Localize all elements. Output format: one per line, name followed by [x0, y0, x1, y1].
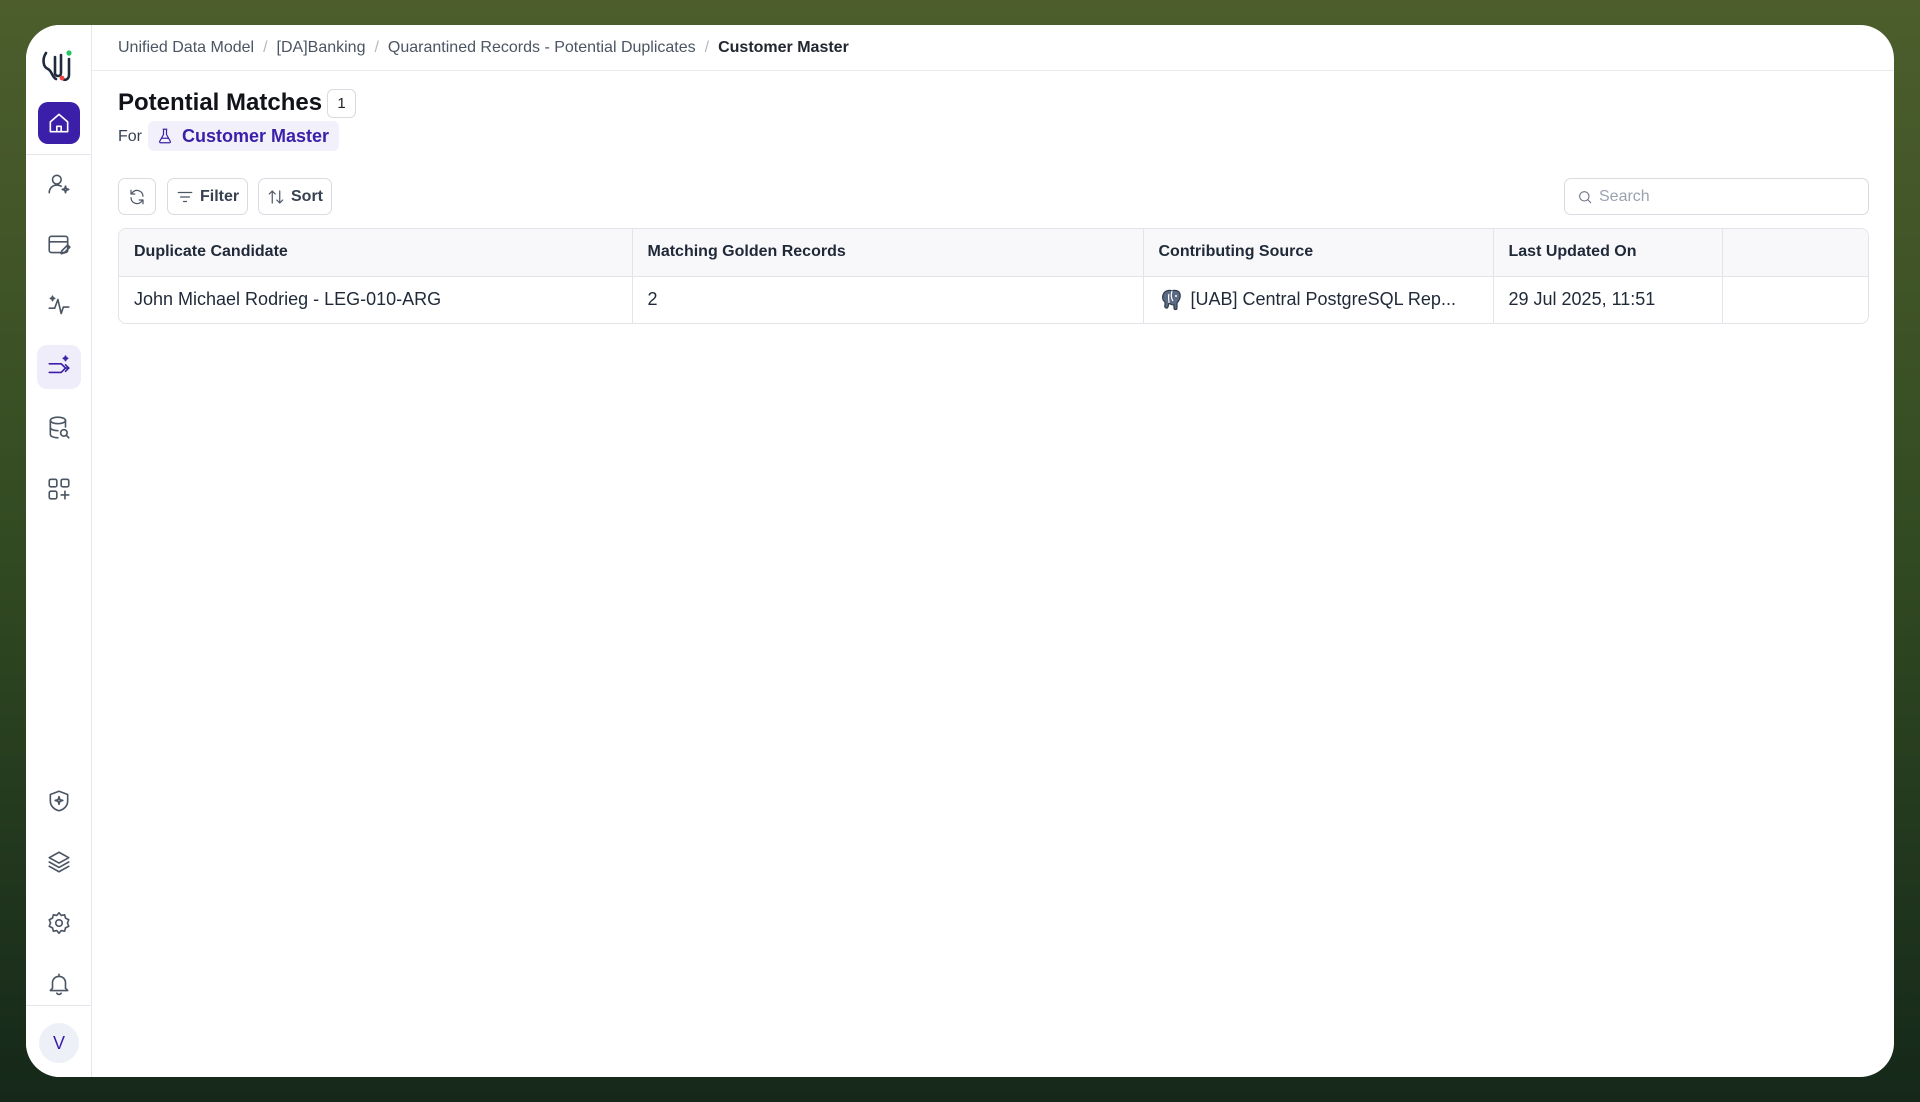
search-input[interactable] — [1599, 187, 1849, 206]
breadcrumb-item[interactable]: Unified Data Model — [118, 39, 254, 57]
merge-sparkle-icon — [48, 355, 70, 374]
count-badge: 1 — [327, 89, 356, 118]
sidebar-item-data-edit[interactable] — [37, 223, 81, 267]
breadcrumb: Unified Data Model / [DA]Banking / Quara… — [92, 25, 1894, 71]
sidebar-divider — [26, 154, 92, 155]
sort-button[interactable]: Sort — [258, 178, 332, 215]
cell-contributing-source: [UAB] Central PostgreSQL Rep... — [1143, 276, 1494, 323]
database-search-icon — [49, 416, 70, 439]
breadcrumb-item[interactable]: Quarantined Records - Potential Duplicat… — [388, 39, 696, 57]
bell-icon — [49, 973, 69, 996]
flask-icon — [159, 128, 171, 144]
sidebar-item-layers[interactable] — [37, 840, 81, 884]
breadcrumb-current: Customer Master — [718, 38, 849, 56]
sidebar-item-users[interactable] — [37, 162, 81, 206]
gear-icon — [48, 911, 70, 935]
filter-icon — [177, 191, 193, 202]
postgresql-icon — [1161, 289, 1181, 310]
cell-duplicate-candidate[interactable]: John Michael Rodrieg - LEG-010-ARG — [119, 276, 633, 323]
matches-table: Duplicate Candidate Matching Golden Reco… — [118, 228, 1869, 324]
table-header-row: Duplicate Candidate Matching Golden Reco… — [119, 229, 1868, 277]
table-row[interactable]: John Michael Rodrieg - LEG-010-ARG 2 [UA… — [119, 276, 1868, 323]
breadcrumb-item[interactable]: [DA]Banking — [277, 39, 366, 57]
column-header-actions — [1722, 229, 1868, 277]
shield-sparkle-icon — [49, 790, 69, 812]
breadcrumb-separator: / — [263, 38, 268, 56]
sidebar-item-settings[interactable] — [37, 901, 81, 945]
sidebar-item-home[interactable] — [38, 102, 80, 144]
entity-chip[interactable]: Customer Master — [148, 121, 340, 151]
page-title: Potential Matches — [118, 89, 323, 116]
cell-matching-golden-records: 2 — [632, 276, 1144, 323]
data-edit-icon — [48, 235, 71, 255]
entity-chip-label: Customer Master — [182, 125, 330, 146]
column-header-matching-golden-records[interactable]: Matching Golden Records — [632, 229, 1144, 277]
sidebar-item-matching[interactable] — [37, 345, 81, 389]
breadcrumb-separator: / — [704, 38, 710, 56]
layers-icon — [48, 851, 70, 873]
sort-icon — [268, 189, 284, 204]
sidebar-divider — [26, 1005, 92, 1006]
filter-label: Filter — [200, 187, 240, 205]
refresh-button[interactable] — [118, 178, 156, 215]
refresh-icon — [130, 189, 144, 204]
filter-button[interactable]: Filter — [167, 178, 249, 215]
cell-actions — [1722, 276, 1868, 323]
for-label: For — [118, 128, 142, 145]
app-window: V Unified Data Model / [DA]Banking / Qua… — [26, 25, 1894, 1077]
column-header-contributing-source[interactable]: Contributing Source — [1143, 229, 1494, 277]
sidebar-item-security[interactable] — [37, 779, 81, 823]
cell-last-updated-on: 29 Jul 2025, 11:51 — [1493, 276, 1723, 323]
sidebar-item-notifications[interactable] — [37, 962, 81, 1006]
sidebar: V — [26, 25, 92, 1077]
home-icon — [49, 113, 69, 133]
source-name: [UAB] Central PostgreSQL Rep... — [1190, 289, 1456, 310]
column-header-duplicate-candidate[interactable]: Duplicate Candidate — [119, 229, 633, 277]
sidebar-item-data-search[interactable] — [37, 406, 81, 450]
column-header-last-updated-on[interactable]: Last Updated On — [1493, 229, 1723, 277]
sidebar-item-activity[interactable] — [37, 284, 81, 328]
user-sparkle-icon — [48, 174, 70, 194]
user-avatar[interactable]: V — [39, 1023, 79, 1063]
app-logo — [42, 50, 72, 82]
activity-sparkle-icon — [48, 295, 70, 315]
main-content: Unified Data Model / [DA]Banking / Quara… — [92, 25, 1894, 1077]
search-icon — [1579, 190, 1592, 203]
sidebar-item-apps[interactable] — [37, 467, 81, 511]
breadcrumb-separator: / — [374, 38, 379, 56]
sort-label: Sort — [291, 187, 323, 205]
apps-add-icon — [48, 478, 70, 500]
search-box — [1564, 178, 1869, 215]
